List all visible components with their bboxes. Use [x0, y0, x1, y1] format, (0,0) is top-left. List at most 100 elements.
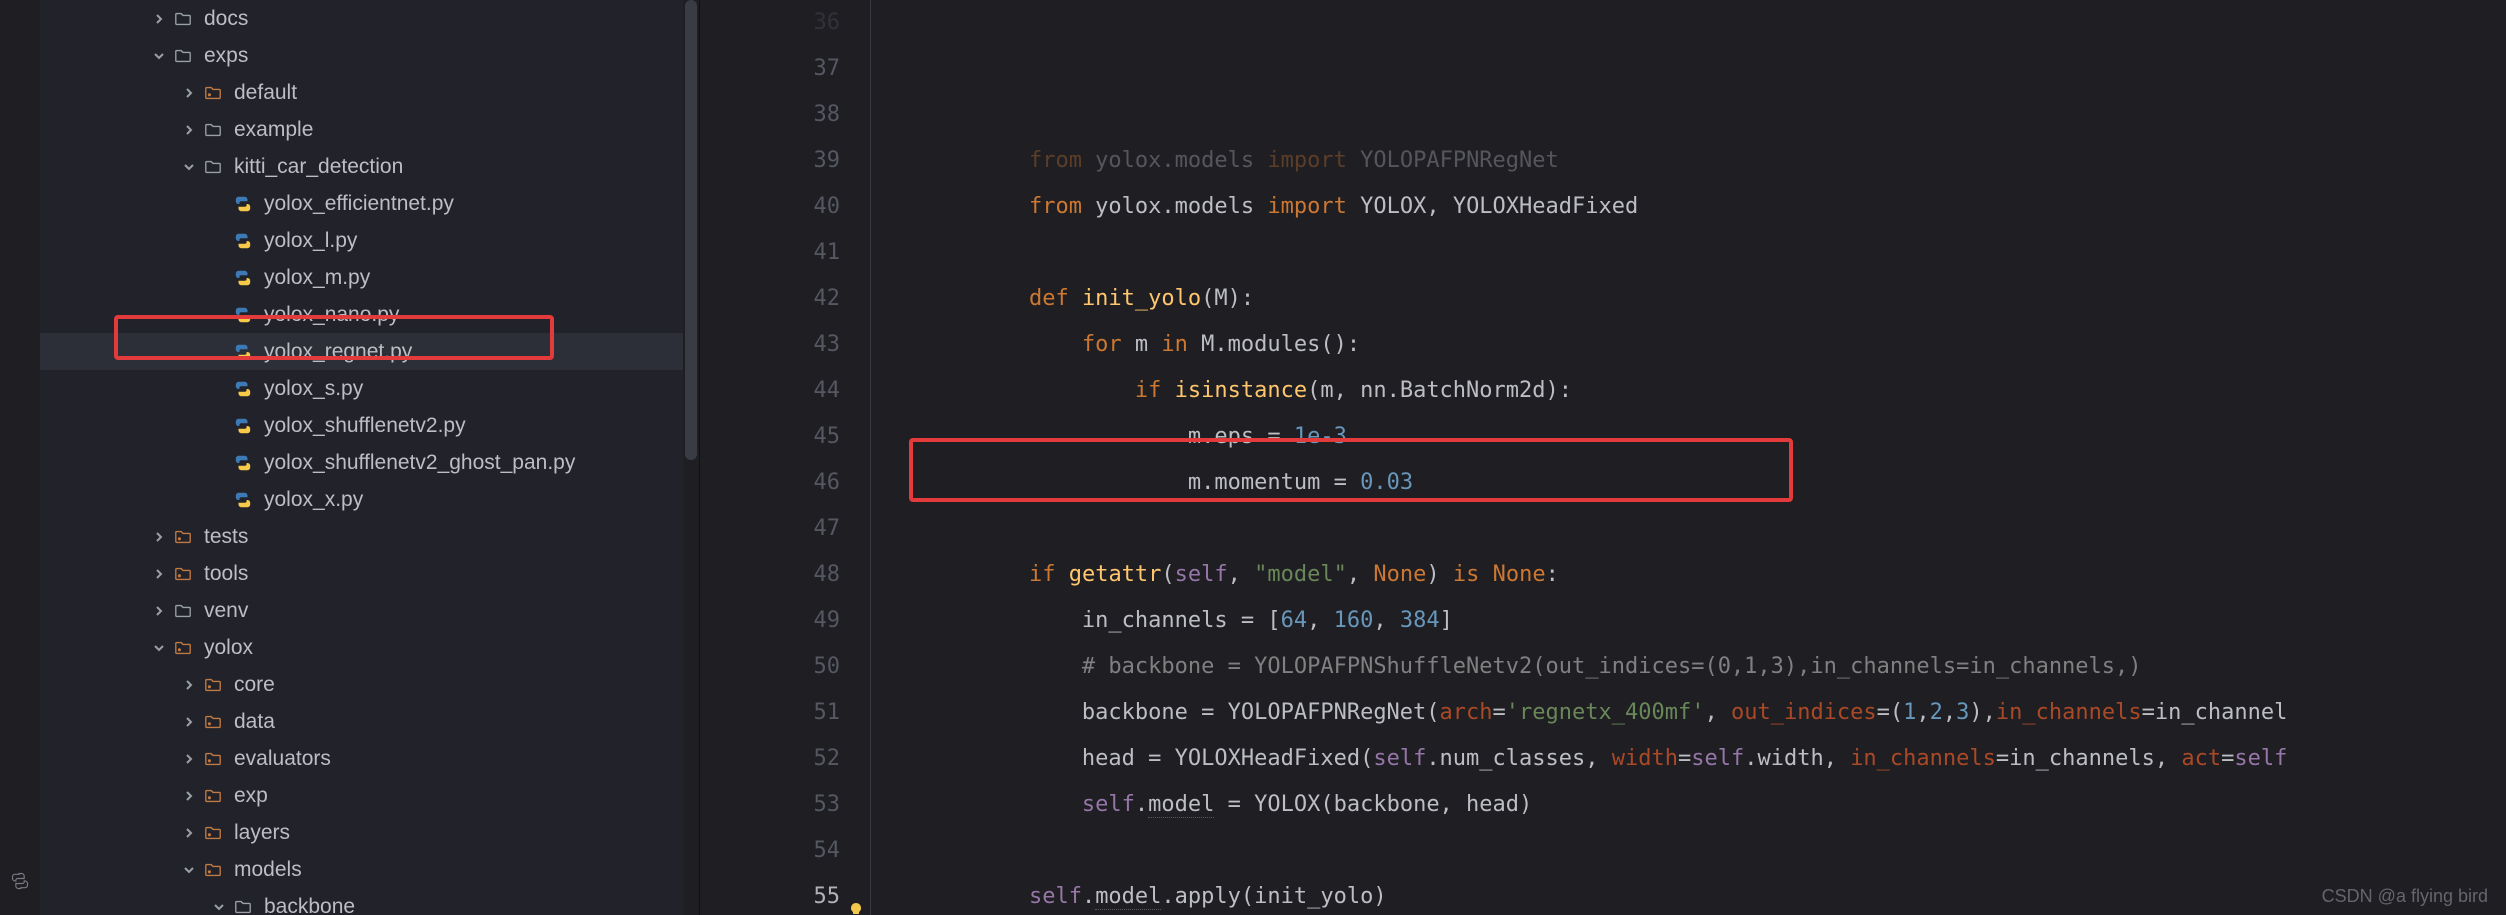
library-root-icon — [172, 528, 194, 546]
folder-item[interactable]: backbone — [40, 888, 699, 915]
folder-icon — [232, 898, 254, 915]
code-line[interactable]: m.momentum = 0.03 — [870, 460, 2506, 506]
line-number: 47 — [700, 506, 840, 552]
tree-item-label: models — [234, 858, 302, 882]
line-number: 40 — [700, 184, 840, 230]
file-item[interactable]: yolox_l.py — [40, 222, 699, 259]
library-root-icon — [202, 787, 224, 805]
chevron-down-icon[interactable] — [150, 639, 168, 657]
chevron-none — [210, 380, 228, 398]
folder-item[interactable]: example — [40, 111, 699, 148]
folder-item[interactable]: core — [40, 666, 699, 703]
file-item[interactable]: yolox_s.py — [40, 370, 699, 407]
tree-item-label: tools — [204, 562, 248, 586]
folder-item[interactable]: models — [40, 851, 699, 888]
code-line[interactable]: head = YOLOXHeadFixed(self.num_classes, … — [870, 736, 2506, 782]
sidebar-scrollbar[interactable] — [683, 0, 699, 915]
chevron-right-icon[interactable] — [150, 602, 168, 620]
tree-item-label: yolox_s.py — [264, 377, 363, 401]
folder-item[interactable]: tests — [40, 518, 699, 555]
lightbulb-icon[interactable] — [848, 889, 864, 905]
line-number: 37 — [700, 46, 840, 92]
code-line[interactable]: if getattr(self, "model", None) is None: — [870, 552, 2506, 598]
chevron-right-icon[interactable] — [150, 565, 168, 583]
folder-item[interactable]: evaluators — [40, 740, 699, 777]
folder-icon — [172, 602, 194, 620]
code-line[interactable]: backbone = YOLOPAFPNRegNet(arch='regnetx… — [870, 690, 2506, 736]
code-line[interactable]: if isinstance(m, nn.BatchNorm2d): — [870, 368, 2506, 414]
sidebar-scrollbar-thumb[interactable] — [685, 0, 697, 460]
line-number: 50 — [700, 644, 840, 690]
file-item[interactable]: yolox_m.py — [40, 259, 699, 296]
chevron-none — [210, 195, 228, 213]
file-item[interactable]: yolox_shufflenetv2.py — [40, 407, 699, 444]
tree-item-label: yolox_regnet.py — [264, 340, 412, 364]
folder-item[interactable]: kitti_car_detection — [40, 148, 699, 185]
file-item[interactable]: yolox_x.py — [40, 481, 699, 518]
line-number: 39 — [700, 138, 840, 184]
chevron-none — [210, 491, 228, 509]
folder-item[interactable]: yolox — [40, 629, 699, 666]
code-line[interactable]: self.model.apply(init_yolo) — [870, 874, 2506, 915]
code-line[interactable]: def init_yolo(M): — [870, 276, 2506, 322]
folder-item[interactable]: exp — [40, 777, 699, 814]
chevron-none — [210, 417, 228, 435]
folder-item[interactable]: exps — [40, 37, 699, 74]
tree-item-label: core — [234, 673, 275, 697]
code-line[interactable]: # backbone = YOLOPAFPNShuffleNetv2(out_i… — [870, 644, 2506, 690]
chevron-right-icon[interactable] — [180, 676, 198, 694]
folder-item[interactable]: tools — [40, 555, 699, 592]
line-number: 55 — [700, 874, 840, 915]
python-file-icon — [232, 306, 254, 324]
file-item[interactable]: yolox_nano.py — [40, 296, 699, 333]
folder-icon — [172, 10, 194, 28]
code-line[interactable]: self.model = YOLOX(backbone, head) — [870, 782, 2506, 828]
line-number: 36 — [700, 0, 840, 46]
code-line[interactable] — [870, 506, 2506, 552]
chevron-down-icon[interactable] — [180, 158, 198, 176]
chevron-right-icon[interactable] — [180, 84, 198, 102]
folder-item[interactable]: venv — [40, 592, 699, 629]
code-line[interactable]: from yolox.models import YOLOX, YOLOXHea… — [870, 184, 2506, 230]
folder-item[interactable]: data — [40, 703, 699, 740]
tree-item-label: evaluators — [234, 747, 331, 771]
library-root-icon — [202, 84, 224, 102]
python-icon — [10, 871, 30, 895]
chevron-right-icon[interactable] — [180, 750, 198, 768]
library-root-icon — [202, 824, 224, 842]
chevron-right-icon[interactable] — [180, 713, 198, 731]
file-item[interactable]: yolox_shufflenetv2_ghost_pan.py — [40, 444, 699, 481]
chevron-down-icon[interactable] — [180, 861, 198, 879]
code-line[interactable]: in_channels = [64, 160, 384] — [870, 598, 2506, 644]
chevron-right-icon[interactable] — [180, 787, 198, 805]
chevron-right-icon[interactable] — [180, 824, 198, 842]
chevron-down-icon[interactable] — [210, 898, 228, 915]
code-editor[interactable]: 3637383940414243444546474849505152535455… — [700, 0, 2506, 915]
line-number: 41 — [700, 230, 840, 276]
library-root-icon — [202, 750, 224, 768]
code-line[interactable]: from yolox.models import YOLOPAFPNRegNet — [870, 138, 2506, 184]
line-number: 52 — [700, 736, 840, 782]
tree-item-label: yolox_m.py — [264, 266, 370, 290]
folder-item[interactable]: layers — [40, 814, 699, 851]
tree-item-label: yolox_efficientnet.py — [264, 192, 454, 216]
chevron-none — [210, 454, 228, 472]
library-root-icon — [202, 713, 224, 731]
watermark-text: CSDN @a flying bird — [2322, 886, 2488, 907]
code-line[interactable] — [870, 828, 2506, 874]
code-line[interactable]: m.eps = 1e-3 — [870, 414, 2506, 460]
chevron-down-icon[interactable] — [150, 47, 168, 65]
folder-item[interactable]: default — [40, 74, 699, 111]
file-explorer[interactable]: docsexpsdefaultexamplekitti_car_detectio… — [40, 0, 700, 915]
chevron-right-icon[interactable] — [150, 528, 168, 546]
tree-item-label: yolox_l.py — [264, 229, 357, 253]
code-line[interactable]: for m in M.modules(): — [870, 322, 2506, 368]
chevron-right-icon[interactable] — [180, 121, 198, 139]
folder-item[interactable]: docs — [40, 0, 699, 37]
chevron-right-icon[interactable] — [150, 10, 168, 28]
file-item[interactable]: yolox_efficientnet.py — [40, 185, 699, 222]
code-area[interactable]: from yolox.models import YOLOPAFPNRegNet… — [870, 0, 2506, 915]
line-number: 38 — [700, 92, 840, 138]
file-item[interactable]: yolox_regnet.py — [40, 333, 699, 370]
code-line[interactable] — [870, 230, 2506, 276]
